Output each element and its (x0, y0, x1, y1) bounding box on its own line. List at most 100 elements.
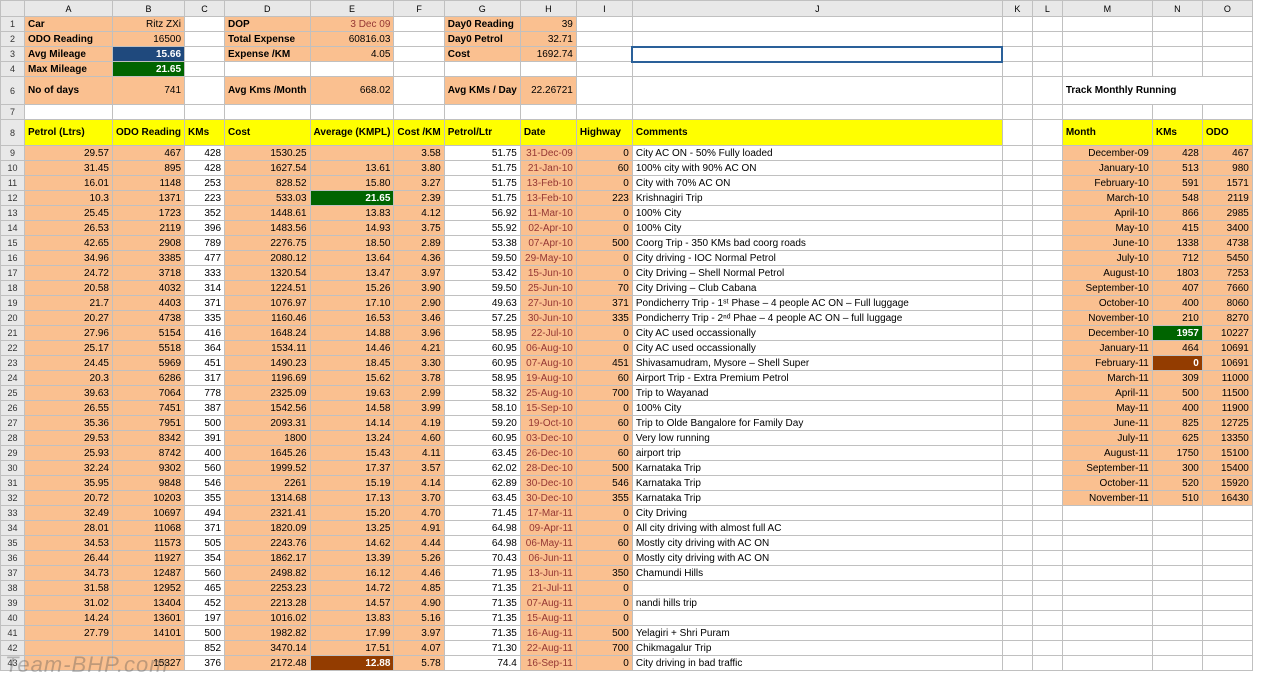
col-N[interactable]: N (1152, 1, 1202, 17)
row-31[interactable]: 31 (1, 476, 25, 491)
row-20[interactable]: 20 (1, 311, 25, 326)
row-27[interactable]: 27 (1, 416, 25, 431)
cell (1002, 206, 1032, 221)
row-19[interactable]: 19 (1, 296, 25, 311)
col-L[interactable]: L (1032, 1, 1062, 17)
ckm: 3.58 (394, 146, 444, 161)
modo: 15920 (1202, 476, 1252, 491)
spreadsheet[interactable]: ABCDEFGHIJKLMNO1CarRitz ZXiDOP3 Dec 09Da… (0, 0, 1269, 678)
km: 789 (185, 236, 225, 251)
cell (1032, 386, 1062, 401)
cell (1202, 626, 1252, 641)
row-11[interactable]: 11 (1, 176, 25, 191)
odo: 2119 (113, 221, 185, 236)
col-B[interactable]: B (113, 1, 185, 17)
row-18[interactable]: 18 (1, 281, 25, 296)
km: 354 (185, 551, 225, 566)
col-C[interactable]: C (185, 1, 225, 17)
month: July-11 (1062, 431, 1152, 446)
row-35[interactable]: 35 (1, 536, 25, 551)
col-K[interactable]: K (1002, 1, 1032, 17)
row-17[interactable]: 17 (1, 266, 25, 281)
col-H[interactable]: H (520, 1, 576, 17)
petrol: 25.93 (25, 446, 113, 461)
row-16[interactable]: 16 (1, 251, 25, 266)
row-21[interactable]: 21 (1, 326, 25, 341)
row-34[interactable]: 34 (1, 521, 25, 536)
cell (1152, 105, 1202, 120)
row-8[interactable]: 8 (1, 120, 25, 146)
row-38[interactable]: 38 (1, 581, 25, 596)
row-22[interactable]: 22 (1, 341, 25, 356)
row-4[interactable]: 4 (1, 62, 25, 77)
row-14[interactable]: 14 (1, 221, 25, 236)
col-I[interactable]: I (576, 1, 632, 17)
row-36[interactable]: 36 (1, 551, 25, 566)
avg: 13.64 (310, 251, 394, 266)
odo: 4738 (113, 311, 185, 326)
row-23[interactable]: 23 (1, 356, 25, 371)
comment (632, 581, 1002, 596)
odo: 11068 (113, 521, 185, 536)
col-O[interactable]: O (1202, 1, 1252, 17)
odo: 6286 (113, 371, 185, 386)
month: June-10 (1062, 236, 1152, 251)
cost: 1862.17 (225, 551, 311, 566)
cell: Avg Mileage (25, 47, 113, 62)
row-29[interactable]: 29 (1, 446, 25, 461)
cell (113, 105, 185, 120)
row-2[interactable]: 2 (1, 32, 25, 47)
row-39[interactable]: 39 (1, 596, 25, 611)
hw: 223 (576, 191, 632, 206)
col-G[interactable]: G (444, 1, 520, 17)
row-33[interactable]: 33 (1, 506, 25, 521)
row-26[interactable]: 26 (1, 401, 25, 416)
cell (1032, 105, 1062, 120)
cell (185, 105, 225, 120)
col-F[interactable]: F (394, 1, 444, 17)
cell (1002, 77, 1032, 105)
col-J[interactable]: J (632, 1, 1002, 17)
cell (1032, 176, 1062, 191)
petrol: 32.24 (25, 461, 113, 476)
col-E[interactable]: E (310, 1, 394, 17)
mkm: 1750 (1152, 446, 1202, 461)
col-D[interactable]: D (225, 1, 311, 17)
row-13[interactable]: 13 (1, 206, 25, 221)
cell (1002, 62, 1032, 77)
hw: 350 (576, 566, 632, 581)
row-1[interactable]: 1 (1, 17, 25, 32)
corner-cell[interactable] (1, 1, 25, 17)
row-3[interactable]: 3 (1, 47, 25, 62)
ckm: 3.57 (394, 461, 444, 476)
row-41[interactable]: 41 (1, 626, 25, 641)
date: 19-Oct-10 (520, 416, 576, 431)
row-37[interactable]: 37 (1, 566, 25, 581)
row-24[interactable]: 24 (1, 371, 25, 386)
row-12[interactable]: 12 (1, 191, 25, 206)
row-40[interactable]: 40 (1, 611, 25, 626)
selected-cell[interactable] (632, 47, 1002, 62)
col-A[interactable]: A (25, 1, 113, 17)
km: 505 (185, 536, 225, 551)
cell: Avg Kms /Month (225, 77, 311, 105)
row-15[interactable]: 15 (1, 236, 25, 251)
date: 07-Apr-10 (520, 236, 576, 251)
cell: Cost (444, 47, 520, 62)
row-30[interactable]: 30 (1, 461, 25, 476)
row-6[interactable]: 6 (1, 77, 25, 105)
modo: 3400 (1202, 221, 1252, 236)
row-7[interactable]: 7 (1, 105, 25, 120)
row-32[interactable]: 32 (1, 491, 25, 506)
row-25[interactable]: 25 (1, 386, 25, 401)
row-9[interactable]: 9 (1, 146, 25, 161)
col-M[interactable]: M (1062, 1, 1152, 17)
date: 16-Sep-11 (520, 656, 576, 671)
row-28[interactable]: 28 (1, 431, 25, 446)
comment (632, 611, 1002, 626)
cost: 2253.23 (225, 581, 311, 596)
row-10[interactable]: 10 (1, 161, 25, 176)
grid[interactable]: ABCDEFGHIJKLMNO1CarRitz ZXiDOP3 Dec 09Da… (0, 0, 1253, 671)
cell (185, 17, 225, 32)
ckm: 4.70 (394, 506, 444, 521)
